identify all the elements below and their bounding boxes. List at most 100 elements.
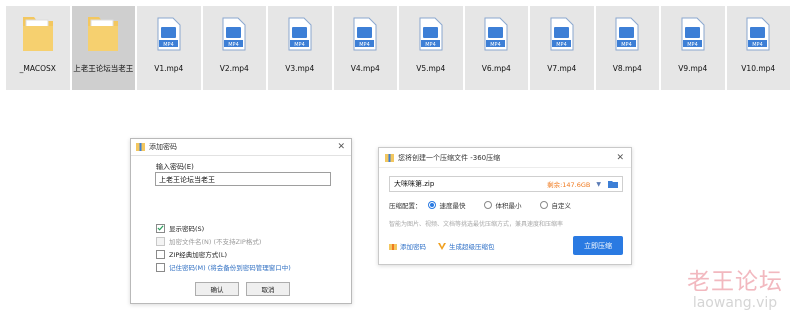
link-label: 添加密码 (400, 243, 426, 251)
zip-classic-option[interactable]: ZIP经典加密方式(L) (156, 249, 227, 259)
radio-label: 速度最快 (439, 202, 466, 210)
file-name: V6.mp4 (481, 64, 511, 73)
file-name: V8.mp4 (612, 64, 642, 73)
hint-text: 智能为图片、视频、文档等挑选最优压缩方式，兼具速度和压缩率 (389, 221, 564, 228)
radio-label: 体积最小 (495, 202, 522, 210)
dialog-titlebar: 您将创建一个压缩文件 -360压缩 ✕ (379, 148, 631, 168)
radio-fastest[interactable]: 速度最快 (427, 200, 466, 210)
file-name: V2.mp4 (219, 64, 249, 73)
close-icon[interactable]: ✕ (337, 142, 345, 152)
compress-dialog: 您将创建一个压缩文件 -360压缩 ✕ 大咪咪第.zip 剩余:147.6GB … (378, 147, 632, 265)
config-label: 压缩配置： (389, 202, 422, 210)
close-icon[interactable]: ✕ (616, 153, 624, 163)
file-list: _MACOSX 上老王论坛当老王 MP4 V1.mp4 MP4 V2.mp4 M… (6, 6, 792, 90)
chevron-down-icon[interactable]: ▼ (596, 181, 601, 188)
radio-custom[interactable]: 自定义 (539, 200, 572, 210)
file-name: V3.mp4 (285, 64, 315, 73)
radio-label: 自定义 (551, 202, 572, 210)
checkmark-icon (157, 225, 164, 231)
file-tile-v4[interactable]: MP4 V4.mp4 (333, 6, 397, 90)
mp4-badge: MP4 (228, 42, 239, 48)
mp4-badge: MP4 (621, 42, 632, 48)
radio-selected[interactable] (427, 201, 436, 209)
file-tile-v2[interactable]: MP4 V2.mp4 (202, 6, 266, 90)
v-logo-icon (438, 242, 446, 250)
archive-filename-field[interactable]: 大咪咪第.zip 剩余:147.6GB ▼ (389, 176, 623, 192)
mp4-badge: MP4 (425, 42, 436, 48)
file-tile-v3[interactable]: MP4 V3.mp4 (268, 6, 332, 90)
screenshot-canvas: _MACOSX 上老王论坛当老王 MP4 V1.mp4 MP4 V2.mp4 M… (0, 0, 800, 316)
file-tile-v9[interactable]: MP4 V9.mp4 (661, 6, 725, 90)
file-name: V9.mp4 (678, 64, 708, 73)
mp4-file-icon: MP4 (219, 6, 249, 62)
confirm-button[interactable]: 确认 (195, 282, 239, 296)
link-label: 生成超级压缩包 (449, 243, 495, 251)
archive-icon (136, 143, 145, 151)
mp4-badge: MP4 (359, 42, 370, 48)
checkbox[interactable] (156, 249, 165, 259)
option-label: 记住密码(M) (将会备份到密码管理窗口中) (169, 264, 291, 272)
folder-icon (20, 6, 56, 62)
browse-folder-icon[interactable] (608, 180, 618, 188)
option-label: 加密文件名(N) (不支持ZIP格式) (169, 238, 262, 246)
mp4-badge: MP4 (490, 42, 501, 48)
file-tile-folder-selected[interactable]: 上老王论坛当老王 (71, 6, 135, 90)
file-name: V7.mp4 (547, 64, 577, 73)
file-tile-v10[interactable]: MP4 V10.mp4 (726, 6, 790, 90)
dialog-title: 您将创建一个压缩文件 -360压缩 (398, 153, 501, 162)
file-name: 上老王论坛当老王 (73, 64, 134, 73)
file-name: V10.mp4 (741, 64, 776, 73)
watermark-title: 老王论坛 (687, 269, 783, 295)
archive-lock-icon (389, 243, 397, 250)
file-tile-v5[interactable]: MP4 V5.mp4 (399, 6, 463, 90)
mp4-badge: MP4 (556, 42, 567, 48)
watermark: 老王论坛 laowang.vip (680, 262, 790, 311)
remember-password-option[interactable]: 记住密码(M) (将会备份到密码管理窗口中) (156, 262, 291, 272)
mp4-badge: MP4 (163, 42, 174, 48)
mp4-badge: MP4 (687, 42, 698, 48)
checkbox[interactable] (156, 262, 165, 272)
archive-filename: 大咪咪第.zip (394, 180, 435, 188)
mp4-badge: MP4 (294, 42, 305, 48)
mp4-file-icon: MP4 (547, 6, 577, 62)
mp4-file-icon: MP4 (350, 6, 380, 62)
dialog-titlebar: 添加密码 ✕ (131, 139, 351, 156)
mp4-file-icon: MP4 (612, 6, 642, 62)
cancel-button[interactable]: 取消 (246, 282, 290, 296)
add-password-link[interactable]: 添加密码 (389, 241, 426, 251)
password-label: 输入密码(E) (156, 163, 194, 171)
archive-icon (385, 153, 394, 162)
dialog-title: 添加密码 (149, 143, 177, 151)
file-tile-macosx[interactable]: _MACOSX (6, 6, 70, 90)
radio-unselected[interactable] (539, 201, 548, 209)
file-tile-v6[interactable]: MP4 V6.mp4 (464, 6, 528, 90)
show-password-option[interactable]: 显示密码(S) (156, 223, 204, 233)
mp4-file-icon: MP4 (285, 6, 315, 62)
mp4-file-icon: MP4 (743, 6, 773, 62)
compression-config-row: 压缩配置： 速度最快 体积最小 自定义 (389, 200, 589, 210)
radio-smallest[interactable]: 体积最小 (483, 200, 522, 210)
mp4-file-icon: MP4 (416, 6, 446, 62)
file-name: _MACOSX (19, 64, 56, 73)
password-input[interactable]: 上老王论坛当老王 (155, 172, 331, 186)
option-label: 显示密码(S) (169, 225, 205, 233)
encrypt-filenames-option: 加密文件名(N) (不支持ZIP格式) (156, 236, 261, 246)
file-tile-v1[interactable]: MP4 V1.mp4 (137, 6, 201, 90)
radio-unselected[interactable] (483, 201, 492, 209)
super-package-link[interactable]: 生成超级压缩包 (438, 241, 495, 251)
folder-icon (85, 6, 121, 62)
free-space-label: 剩余:147.6GB (547, 181, 591, 189)
mp4-file-icon: MP4 (481, 6, 511, 62)
mp4-badge: MP4 (752, 42, 763, 48)
file-name: V5.mp4 (416, 64, 446, 73)
checkbox-checked[interactable] (156, 223, 165, 233)
watermark-url: laowang.vip (692, 295, 778, 311)
file-tile-v7[interactable]: MP4 V7.mp4 (530, 6, 594, 90)
mp4-file-icon: MP4 (154, 6, 184, 62)
compress-now-button[interactable]: 立即压缩 (573, 236, 623, 255)
file-name: V1.mp4 (154, 64, 184, 73)
add-password-dialog: 添加密码 ✕ 输入密码(E) 上老王论坛当老王 显示密码(S) 加密文件名(N)… (130, 138, 352, 304)
checkbox-disabled (156, 236, 165, 246)
file-name: V4.mp4 (350, 64, 380, 73)
file-tile-v8[interactable]: MP4 V8.mp4 (595, 6, 659, 90)
